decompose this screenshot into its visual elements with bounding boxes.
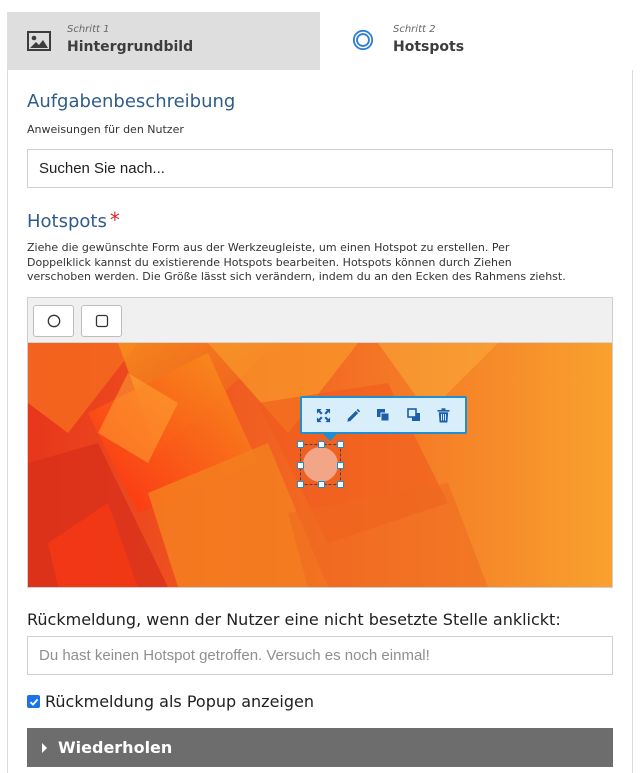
step-number: Schritt 1 [67, 24, 110, 35]
help-line: Doppelklick kannst du existierende Hotsp… [27, 255, 512, 269]
task-description-input[interactable]: Suchen Sie nach... [27, 149, 613, 188]
task-description-title: Aufgabenbeschreibung [27, 91, 236, 112]
retry-accordion-label: Wiederholen [58, 738, 173, 757]
required-marker: * [109, 208, 120, 232]
expand-icon [316, 408, 330, 422]
hotspot-circle[interactable] [297, 441, 344, 488]
hotspot-action-toolbar [300, 396, 467, 441]
edit-button[interactable] [343, 405, 363, 425]
rectangle-tool-button[interactable] [81, 305, 122, 337]
resize-handle[interactable] [297, 481, 304, 488]
edit-pencil-icon [347, 408, 360, 422]
hotspots-title-text: Hotspots [27, 211, 107, 232]
trash-icon [437, 407, 450, 422]
feedback-input[interactable]: Du hast keinen Hotspot getroffen. Versuc… [27, 636, 613, 675]
popup-checkbox-row[interactable]: Rückmeldung als Popup anzeigen [27, 692, 314, 711]
task-description-help: Anweisungen für den Nutzer [27, 123, 184, 136]
hotspot-editor [27, 297, 613, 588]
step-tab-hotspots[interactable]: Schritt 2 Hotspots [320, 12, 633, 70]
step-label: Hintergrundbild [67, 39, 194, 55]
bring-to-front-icon [377, 409, 390, 422]
feedback-label: Rückmeldung, wenn der Nutzer eine nicht … [27, 610, 561, 629]
resize-handle[interactable] [337, 441, 344, 448]
step-tabs: Schritt 1 Hintergrundbild Schritt 2 Hots… [7, 12, 633, 70]
hotspots-help: Ziehe die gewünschte Form aus der Werkze… [27, 241, 566, 285]
target-icon [352, 29, 374, 51]
help-line: verschoben werden. Die Größe lässt sich … [27, 270, 566, 284]
hotspot-canvas[interactable] [28, 343, 612, 587]
resize-handle[interactable] [297, 462, 304, 469]
send-to-back-button[interactable] [404, 405, 424, 425]
rectangle-tool-icon [95, 314, 108, 328]
hotspots-title: Hotspots * [27, 208, 120, 232]
circle-tool-button[interactable] [33, 305, 74, 337]
resize-handle[interactable] [318, 441, 325, 448]
step-label: Hotspots [393, 39, 465, 55]
resize-handle[interactable] [337, 462, 344, 469]
send-to-back-icon [406, 408, 420, 421]
expand-button[interactable] [313, 405, 333, 425]
shape-toolbar [28, 298, 612, 343]
checkmark-icon [29, 698, 38, 706]
image-icon [27, 31, 51, 51]
hotspot-shape [303, 447, 338, 482]
help-line: Ziehe die gewünschte Form aus der Werkze… [27, 241, 510, 254]
resize-handle[interactable] [297, 441, 304, 448]
circle-tool-icon [47, 314, 60, 328]
retry-accordion[interactable]: Wiederholen [27, 728, 613, 767]
resize-handle[interactable] [337, 481, 344, 488]
delete-button[interactable] [434, 405, 454, 425]
step-number: Schritt 2 [393, 24, 436, 35]
caret-right-icon [42, 742, 47, 753]
resize-handle[interactable] [318, 481, 325, 488]
step-tab-background-image[interactable]: Schritt 1 Hintergrundbild [7, 12, 320, 70]
popup-checkbox-label: Rückmeldung als Popup anzeigen [45, 692, 315, 711]
popup-checkbox[interactable] [27, 695, 40, 708]
bring-to-front-button[interactable] [373, 405, 393, 425]
